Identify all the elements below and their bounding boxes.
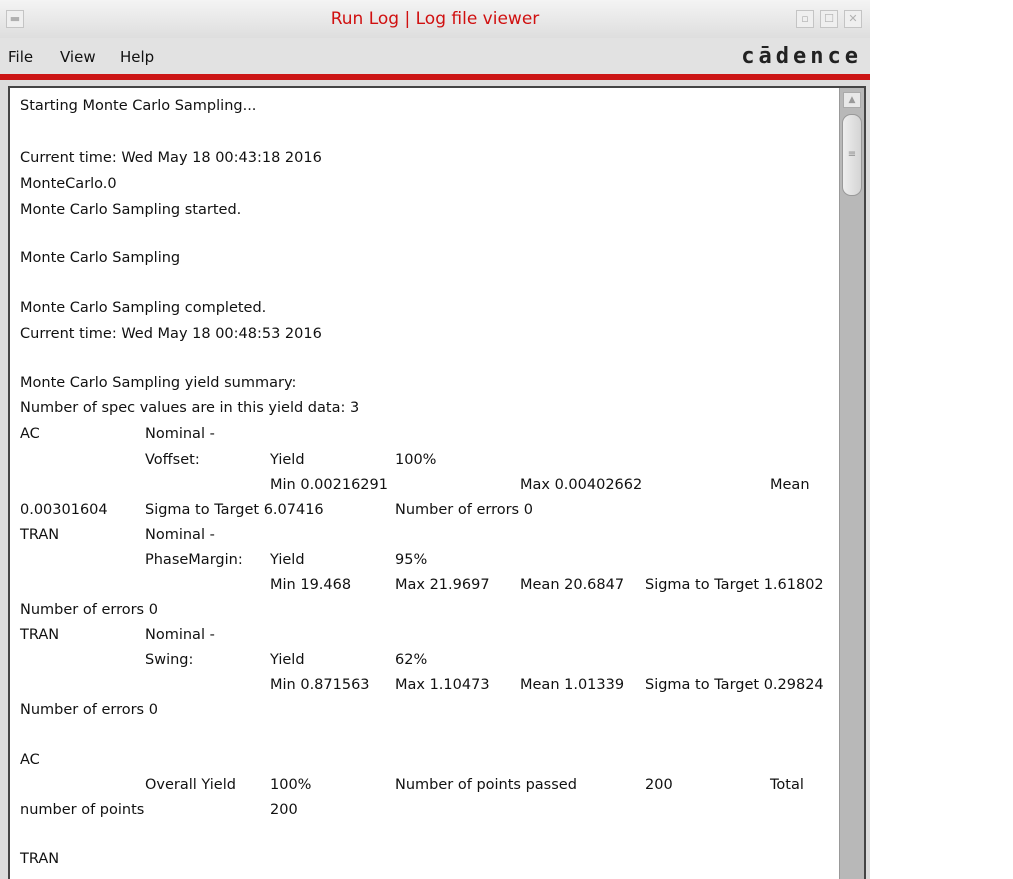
log-cell: Min 0.00216291 xyxy=(270,477,388,493)
log-cell: AC xyxy=(20,752,40,768)
log-cell: Nominal - xyxy=(145,627,215,643)
menu-view[interactable]: View xyxy=(60,48,96,66)
log-cell: 200 xyxy=(645,777,673,793)
vertical-scrollbar[interactable]: ▲ ≡ xyxy=(839,88,864,879)
log-cell: 0.00301604 xyxy=(20,502,108,518)
log-line: MonteCarlo.0 xyxy=(20,176,117,192)
cadence-logo: cādence xyxy=(741,44,862,69)
log-line: Monte Carlo Sampling yield summary: xyxy=(20,375,297,391)
log-cell: 200 xyxy=(270,802,298,818)
log-cell: TRAN xyxy=(20,851,60,867)
scroll-up-icon[interactable]: ▲ xyxy=(843,92,861,108)
log-cell: TRAN xyxy=(20,527,60,543)
log-cell: Number of errors 0 xyxy=(20,702,158,718)
log-line: Monte Carlo Sampling xyxy=(20,250,181,266)
window-title: Run Log | Log file viewer xyxy=(330,9,540,29)
log-cell: Nominal - xyxy=(145,527,215,543)
log-cell: Voffset: xyxy=(145,452,200,468)
minimize-icon[interactable]: ▫ xyxy=(796,10,814,28)
menu-file[interactable]: File xyxy=(8,48,33,66)
log-line: Monte Carlo Sampling completed. xyxy=(20,300,267,316)
log-cell: Max 21.9697 xyxy=(395,577,490,593)
log-cell: Sigma to Target 0.29824 xyxy=(645,677,824,693)
log-cell: Sigma to Target 6.07416 xyxy=(145,502,324,518)
log-cell: Number of errors 0 xyxy=(20,602,158,618)
log-line: Starting Monte Carlo Sampling... xyxy=(20,98,257,114)
log-cell: 100% xyxy=(270,777,312,793)
menu-help[interactable]: Help xyxy=(120,48,154,66)
log-cell: TRAN xyxy=(20,627,60,643)
log-cell: Min 19.468 xyxy=(270,577,352,593)
log-line: Number of spec values are in this yield … xyxy=(20,400,360,416)
log-cell: Mean 1.01339 xyxy=(520,677,625,693)
log-cell: 62% xyxy=(395,652,428,668)
accent-divider xyxy=(0,74,870,80)
log-cell: Max 0.00402662 xyxy=(520,477,643,493)
log-cell: Yield xyxy=(270,652,305,668)
scrollbar-thumb[interactable]: ≡ xyxy=(842,114,862,196)
log-cell: 100% xyxy=(395,452,437,468)
log-cell: Number of errors 0 xyxy=(395,502,533,518)
log-cell: Nominal - xyxy=(145,426,215,442)
log-line: Monte Carlo Sampling started. xyxy=(20,202,242,218)
log-cell: Yield xyxy=(270,552,305,568)
close-icon[interactable]: ✕ xyxy=(844,10,862,28)
log-cell: number of points xyxy=(20,802,145,818)
title-bar[interactable]: ▬ Run Log | Log file viewer ▫ ☐ ✕ xyxy=(0,0,870,39)
log-cell: Min 0.871563 xyxy=(270,677,370,693)
log-cell: Overall Yield xyxy=(145,777,236,793)
log-viewer-window: ▬ Run Log | Log file viewer ▫ ☐ ✕ File V… xyxy=(0,0,870,879)
log-cell: Yield xyxy=(270,452,305,468)
menu-bar: File View Help cādence xyxy=(0,38,870,74)
log-cell: Total xyxy=(770,777,804,793)
maximize-icon[interactable]: ☐ xyxy=(820,10,838,28)
log-line: Current time: Wed May 18 00:43:18 2016 xyxy=(20,150,322,166)
log-cell: Max 1.10473 xyxy=(395,677,490,693)
log-cell: Sigma to Target 1.61802 xyxy=(645,577,824,593)
log-cell: Number of points passed xyxy=(395,777,577,793)
log-text-area[interactable]: Starting Monte Carlo Sampling... Current… xyxy=(8,86,866,879)
log-cell: Mean xyxy=(770,477,810,493)
log-cell: 95% xyxy=(395,552,428,568)
log-line: Current time: Wed May 18 00:48:53 2016 xyxy=(20,326,322,342)
log-cell: AC xyxy=(20,426,40,442)
log-cell: Swing: xyxy=(145,652,194,668)
log-cell: Mean 20.6847 xyxy=(520,577,625,593)
log-cell: PhaseMargin: xyxy=(145,552,243,568)
